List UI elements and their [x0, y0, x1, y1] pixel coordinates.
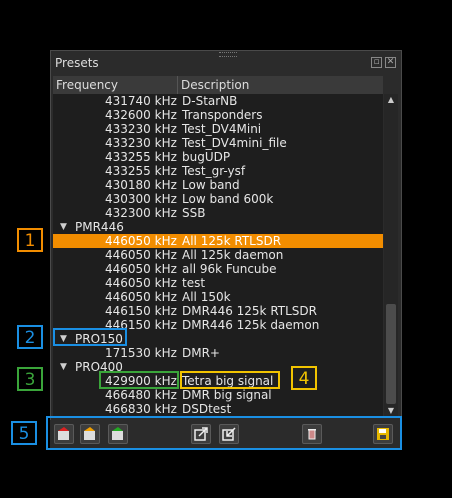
presets-panel: Presets ▫ ✕ Frequency Description 431740… [50, 50, 402, 422]
delete-button[interactable] [302, 424, 322, 444]
preset-row[interactable]: 446050 kHz all 96k Funcube [53, 262, 383, 276]
group-row-pmr446[interactable]: ▼ PMR446 [53, 220, 383, 234]
preset-tree: 431740 kHz D-StarNB 432600 kHz Transponder… [53, 94, 383, 417]
update-preset-icon [84, 427, 95, 440]
preset-row[interactable]: 446150 kHz DMR446 125k RTLSDR [53, 304, 383, 318]
expand-arrow-icon[interactable]: ▼ [60, 360, 67, 374]
group-row-pro150[interactable]: ▼ PRO150 [53, 332, 383, 346]
callout-2: 2 [17, 325, 43, 349]
column-header-description[interactable]: Description [178, 76, 383, 94]
add-preset-icon [58, 427, 69, 440]
vertical-scrollbar[interactable]: ▲ ▼ [384, 94, 398, 417]
presets-toolbar [50, 420, 402, 448]
preset-row[interactable]: 430300 kHz Low band 600k [53, 192, 383, 206]
update-preset-button[interactable] [80, 424, 100, 444]
expand-arrow-icon[interactable]: ▼ [60, 332, 67, 346]
table-header: Frequency Description [53, 76, 383, 95]
preset-row[interactable]: 466830 kHz DSDtest [53, 402, 383, 416]
edit-preset-button[interactable] [108, 424, 128, 444]
float-icon[interactable]: ▫ [371, 57, 382, 68]
preset-row[interactable]: 431740 kHz D-StarNB [53, 94, 383, 108]
close-icon[interactable]: ✕ [385, 57, 396, 68]
preset-row[interactable]: 446150 kHz DMR446 125k daemon [53, 318, 383, 332]
preset-row[interactable]: 433230 kHz Test_DV4Mini [53, 122, 383, 136]
preset-row[interactable]: 432600 kHz Transponders [53, 108, 383, 122]
callout-5: 5 [11, 421, 37, 445]
edit-preset-icon [112, 427, 123, 440]
scroll-up-icon[interactable]: ▲ [384, 94, 398, 106]
preset-row[interactable]: 466480 kHz DMR big signal [53, 388, 383, 402]
preset-row[interactable]: 446050 kHz test [53, 276, 383, 290]
preset-row[interactable]: 430180 kHz Low band [53, 178, 383, 192]
load-preset-icon [377, 428, 389, 440]
load-preset-button[interactable] [373, 424, 393, 444]
callout-1: 1 [17, 228, 43, 252]
column-header-frequency[interactable]: Frequency [53, 76, 178, 94]
scroll-down-icon[interactable]: ▼ [384, 405, 398, 417]
group-row-pro400[interactable]: ▼ PRO400 [53, 360, 383, 374]
export-icon [194, 427, 208, 441]
preset-row[interactable]: 433255 kHz Test_gr-ysf [53, 164, 383, 178]
delete-icon [308, 429, 316, 440]
export-button[interactable] [191, 424, 211, 444]
preset-row[interactable]: 171530 kHz DMR+ [53, 346, 383, 360]
preset-row[interactable]: 432300 kHz SSB [53, 206, 383, 220]
panel-titlebar: Presets ▫ ✕ [51, 55, 401, 73]
preset-row[interactable]: 446050 kHz All 150k [53, 290, 383, 304]
preset-row-selected[interactable]: 446050 kHz All 125k RTLSDR [53, 234, 383, 248]
callout-3: 3 [17, 367, 43, 391]
preset-row[interactable]: 429900 kHz Tetra big signal [53, 374, 383, 388]
expand-arrow-icon[interactable]: ▼ [60, 220, 67, 234]
preset-row[interactable]: 433255 kHz bugUDP [53, 150, 383, 164]
panel-title: Presets [55, 56, 99, 70]
preset-row[interactable]: 446050 kHz All 125k daemon [53, 248, 383, 262]
import-button[interactable] [219, 424, 239, 444]
import-icon [222, 427, 236, 441]
preset-row[interactable]: 433230 kHz Test_DV4mini_file [53, 136, 383, 150]
add-preset-button[interactable] [54, 424, 74, 444]
scroll-thumb[interactable] [386, 304, 396, 404]
callout-4: 4 [291, 366, 317, 390]
